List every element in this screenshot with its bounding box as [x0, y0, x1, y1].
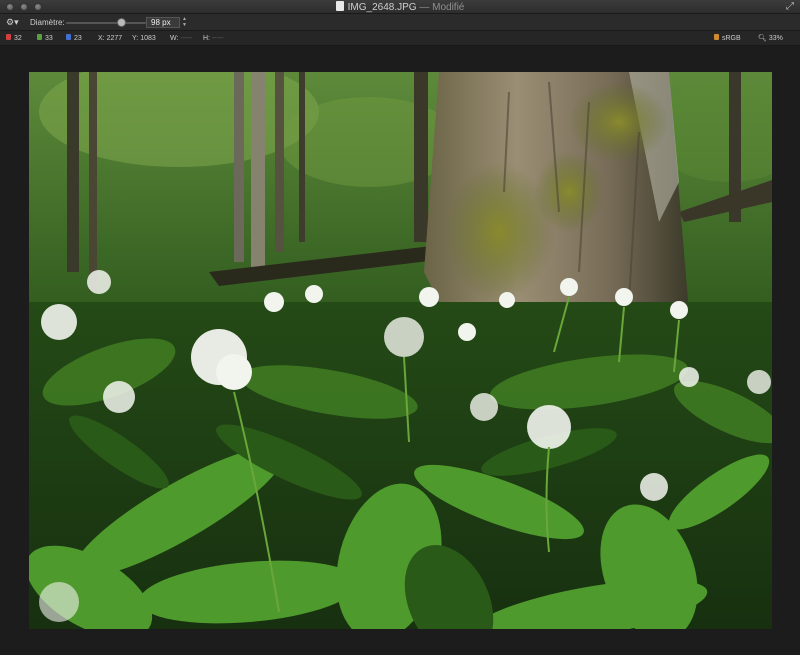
title-bar: IMG_2648.JPG — Modifié ⤢: [0, 0, 800, 14]
w-value: -----: [180, 35, 193, 42]
x-value: 2277: [106, 35, 123, 42]
h-value: -----: [211, 35, 224, 42]
document-icon: [335, 1, 344, 11]
red-chip: [6, 34, 11, 40]
diameter-slider-thumb[interactable]: [117, 18, 126, 27]
blue-value: 23: [74, 35, 82, 42]
h-readout: H: -----: [203, 34, 224, 43]
tool-options-bar: ⚙▾ Diamètre: 98 px ▲ ▼: [0, 14, 800, 31]
red-value: 32: [14, 35, 22, 42]
filename: IMG_2648.JPG: [347, 2, 417, 13]
y-label: Y:: [132, 35, 139, 42]
y-readout: Y: 1083: [132, 34, 156, 43]
image-canvas[interactable]: [29, 72, 772, 629]
x-readout: X: 2277: [98, 34, 122, 43]
w-label: W:: [170, 35, 179, 42]
profile-chip: [714, 34, 719, 40]
color-profile-value: sRGB: [722, 35, 741, 42]
y-value: 1083: [140, 35, 156, 42]
diameter-stepper[interactable]: ▲ ▼: [181, 16, 188, 29]
green-chip: [37, 34, 42, 40]
h-label: H:: [203, 35, 210, 42]
gear-icon[interactable]: ⚙▾: [6, 17, 19, 28]
diameter-slider[interactable]: [66, 22, 146, 24]
magnifier-icon: 🔍︎: [758, 35, 767, 42]
green-value: 33: [45, 35, 53, 42]
window-title: IMG_2648.JPG — Modifié: [0, 1, 800, 13]
color-profile[interactable]: sRGB: [714, 34, 741, 43]
diameter-label: Diamètre:: [30, 18, 65, 27]
w-readout: W: -----: [170, 34, 192, 43]
blue-readout: 23: [66, 34, 82, 43]
green-readout: 33: [37, 34, 53, 43]
forest-photo: [29, 72, 772, 629]
zoom-value: 33%: [768, 35, 783, 42]
diameter-input[interactable]: 98 px: [146, 17, 180, 28]
modified-status: — Modifié: [419, 2, 465, 13]
fullscreen-icon[interactable]: ⤢: [786, 1, 794, 12]
x-label: X:: [98, 35, 105, 42]
red-readout: 32: [6, 34, 22, 43]
info-bar: 32 33 23 X: 2277 Y: 1083 W: ----- H: ---…: [0, 31, 800, 46]
zoom-readout[interactable]: 🔍︎ 33%: [758, 34, 783, 43]
blue-chip: [66, 34, 71, 40]
